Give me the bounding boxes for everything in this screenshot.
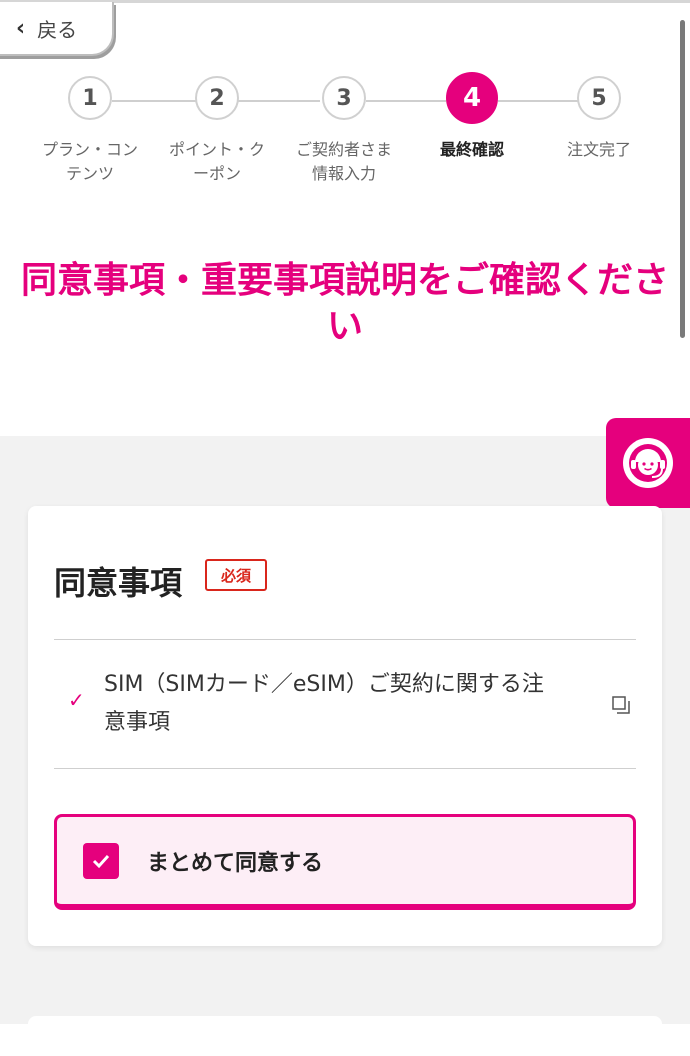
step-label: 注文完了 (566, 140, 631, 159)
divider (54, 639, 636, 640)
agreement-card: 同意事項 必須 ✓ SIM（SIMカード／eSIM）ご契約に関する注意事項 まと… (28, 506, 662, 946)
back-button[interactable]: ‹ 戻る (0, 2, 114, 56)
agree-all-checkbox[interactable]: まとめて同意する (54, 814, 636, 910)
step-label: 最終確認 (439, 140, 504, 159)
step-label: プラン・コン テンツ (41, 140, 138, 183)
checkmark-icon: ✓ (68, 688, 85, 712)
page-headline: 同意事項・重要事項説明をご確認ください (20, 260, 669, 347)
agreement-item-link[interactable]: SIM（SIMカード／eSIM）ご契約に関する注意事項 (104, 666, 544, 742)
checkbox-checked-icon[interactable] (83, 843, 119, 879)
support-chat-button[interactable] (606, 418, 690, 508)
step-number: 3 (322, 76, 366, 120)
step-number: 5 (577, 76, 621, 120)
back-button-label: 戻る (37, 17, 78, 42)
step-label: ご契約者さま 情報入力 (295, 140, 392, 183)
step-1: 1 プラン・コン テンツ (20, 76, 160, 186)
agreement-title: 同意事項 (54, 564, 183, 602)
step-4-current: 4 最終確認 (402, 72, 542, 162)
step-2: 2 ポイント・ク ーポン (147, 76, 287, 186)
step-number: 2 (195, 76, 239, 120)
step-number: 1 (68, 76, 112, 120)
agree-all-label: まとめて同意する (147, 851, 324, 876)
step-3: 3 ご契約者さま 情報入力 (274, 76, 414, 186)
step-number: 4 (446, 72, 498, 124)
next-card (28, 1016, 662, 1056)
operator-headset-icon (623, 438, 673, 488)
required-badge: 必須 (205, 559, 267, 591)
divider (54, 768, 636, 769)
step-5: 5 注文完了 (529, 76, 669, 162)
step-progress: 1 プラン・コン テンツ 2 ポイント・ク ーポン 3 ご契約者さま 情報入力 … (0, 72, 690, 196)
external-window-icon[interactable] (612, 696, 630, 714)
chevron-left-icon: ‹ (16, 15, 26, 41)
step-label: ポイント・ク ーポン (168, 140, 265, 183)
